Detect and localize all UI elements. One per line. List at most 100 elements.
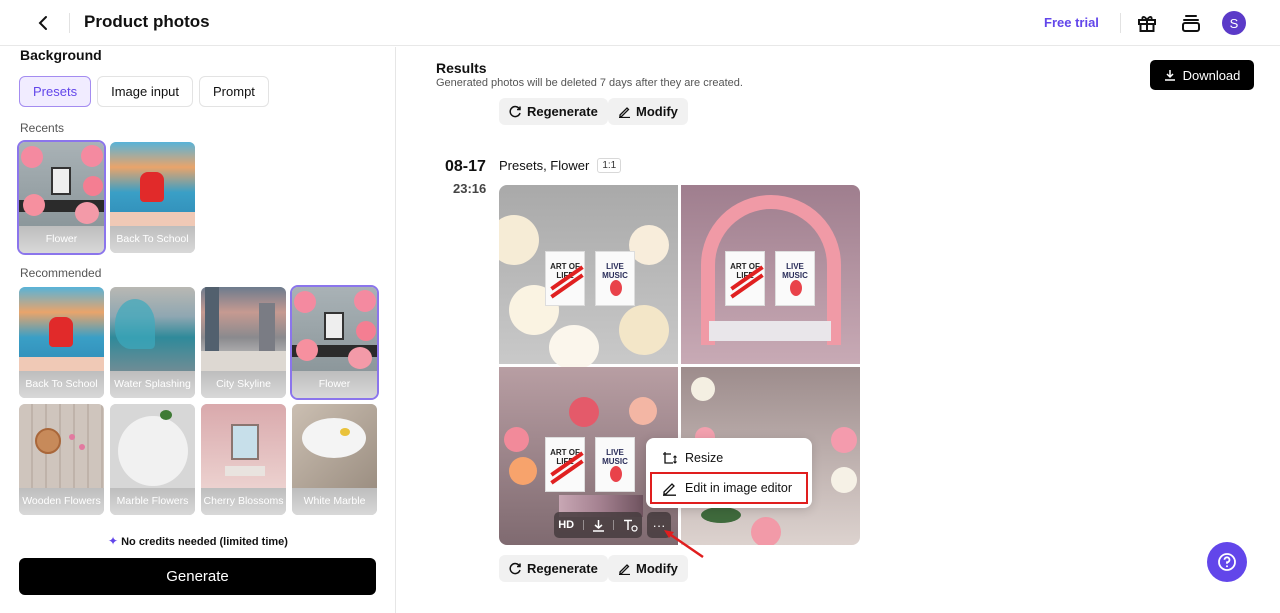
- preset-thumb-cherry-blossoms[interactable]: Cherry Blossoms: [201, 404, 286, 515]
- help-button[interactable]: [1207, 542, 1247, 582]
- generation-time: 23:16: [453, 181, 487, 196]
- download-label: Download: [1182, 67, 1241, 83]
- preset-label: Flower: [19, 226, 104, 253]
- projects-button[interactable]: [1180, 12, 1202, 34]
- menu-item-label: Resize: [685, 451, 724, 465]
- generate-button[interactable]: Generate: [19, 558, 376, 595]
- generation-date: 08-17: [445, 158, 486, 175]
- poster-live-music: LIVE MUSIC: [595, 251, 635, 306]
- download-button[interactable]: Download: [1150, 60, 1254, 90]
- more-options-button[interactable]: ···: [647, 512, 671, 538]
- sparkle-icon: ✦: [108, 534, 119, 548]
- modify-label: Modify: [636, 561, 678, 576]
- flower-preview: [292, 287, 377, 371]
- preset-thumb-flower[interactable]: Flower: [17, 140, 106, 255]
- city-skyline-preview: [201, 287, 286, 371]
- preset-label: Flower: [292, 371, 377, 398]
- water-splashing-preview: [110, 287, 195, 371]
- flower-preview: [19, 142, 104, 226]
- poster-text: LIVE MUSIC: [602, 262, 628, 280]
- preset-label: Back To School: [19, 371, 104, 398]
- preset-label: City Skyline: [201, 371, 286, 398]
- menu-item-label: Edit in image editor: [685, 481, 793, 495]
- back-to-school-preview: [19, 287, 104, 371]
- hd-button[interactable]: HD: [558, 519, 574, 531]
- preset-label: White Marble: [292, 488, 377, 515]
- preset-thumb-wooden-flowers[interactable]: Wooden Flowers: [19, 404, 104, 515]
- download-icon[interactable]: [592, 519, 605, 532]
- tab-prompt[interactable]: Prompt: [199, 76, 269, 107]
- credits-note-text: No credits needed (limited time): [121, 536, 288, 548]
- gift-icon: [1138, 16, 1156, 32]
- poster-art-of-life: ART OF LIFE: [545, 437, 585, 492]
- top-header: Product photos Free trial S: [0, 0, 1280, 46]
- download-icon: [1164, 70, 1175, 81]
- back-button[interactable]: [32, 11, 56, 35]
- image-context-menu: Resize Edit in image editor: [646, 438, 812, 508]
- header-divider: [1120, 13, 1121, 33]
- stack-icon: [1182, 15, 1200, 32]
- tab-image-input[interactable]: Image input: [97, 76, 194, 107]
- regenerate-label: Regenerate: [527, 104, 598, 119]
- header-divider: [69, 13, 70, 33]
- user-avatar[interactable]: S: [1222, 11, 1246, 35]
- preset-thumb-back-to-school[interactable]: Back To School: [110, 142, 195, 253]
- gift-button[interactable]: [1136, 12, 1158, 34]
- white-marble-preview: [292, 404, 377, 488]
- settings-panel: Background Presets Image input Prompt Re…: [0, 47, 396, 613]
- tab-presets[interactable]: Presets: [19, 76, 92, 107]
- recents-label: Recents: [20, 121, 65, 135]
- poster-live-music: LIVE MUSIC: [595, 437, 635, 492]
- poster-text: LIVE MUSIC: [782, 262, 808, 280]
- toolbar-divider: [582, 520, 584, 530]
- poster-art-of-life: ART OF LIFE: [725, 251, 765, 306]
- preset-thumb-city-skyline[interactable]: City Skyline: [201, 287, 286, 398]
- preset-label: Wooden Flowers: [19, 488, 104, 515]
- more-icon: ···: [652, 517, 666, 533]
- results-title: Results: [436, 60, 487, 76]
- aspect-ratio-badge: 1:1: [597, 158, 622, 173]
- preset-label: Water Splashing: [110, 371, 195, 398]
- result-image-2[interactable]: ART OF LIFE LIVE MUSIC: [681, 185, 860, 364]
- resize-icon: [663, 451, 677, 464]
- page-title: Product photos: [84, 12, 210, 31]
- preset-label: Marble Flowers: [110, 488, 195, 515]
- pencil-icon: [619, 107, 630, 118]
- regenerate-button[interactable]: Regenerate: [499, 98, 608, 125]
- free-trial-link[interactable]: Free trial: [1044, 15, 1099, 30]
- credits-note: ✦ No credits needed (limited time): [0, 534, 396, 548]
- preset-thumb-flower[interactable]: Flower: [290, 285, 379, 400]
- results-subtitle: Generated photos will be deleted 7 days …: [436, 77, 743, 89]
- preset-label: Cherry Blossoms: [201, 488, 286, 515]
- recommended-label: Recommended: [20, 266, 102, 280]
- generation-settings: Presets, Flower: [499, 158, 590, 173]
- chevron-left-icon: [38, 16, 47, 30]
- preset-thumb-water-splashing[interactable]: Water Splashing: [110, 287, 195, 398]
- refresh-icon: [509, 562, 521, 575]
- add-text-icon[interactable]: [623, 519, 638, 532]
- modify-label: Modify: [636, 104, 678, 119]
- poster-art-of-life: ART OF LIFE: [545, 251, 585, 306]
- poster-text: LIVE MUSIC: [602, 448, 628, 466]
- generation-meta: Presets, Flower 1:1: [499, 158, 622, 173]
- menu-item-resize[interactable]: Resize: [652, 444, 806, 472]
- preset-thumb-white-marble[interactable]: White Marble: [292, 404, 377, 515]
- preset-thumb-marble-flowers[interactable]: Marble Flowers: [110, 404, 195, 515]
- poster-live-music: LIVE MUSIC: [775, 251, 815, 306]
- modify-button[interactable]: Modify: [608, 555, 688, 582]
- pencil-icon: [663, 482, 676, 496]
- regenerate-button[interactable]: Regenerate: [499, 555, 608, 582]
- preset-label: Back To School: [110, 226, 195, 253]
- modify-button[interactable]: Modify: [608, 98, 688, 125]
- pencil-icon: [619, 564, 630, 575]
- cherry-blossoms-preview: [201, 404, 286, 488]
- toolbar-divider: [613, 520, 615, 530]
- result-image-1[interactable]: ART OF LIFE LIVE MUSIC: [499, 185, 678, 370]
- preset-thumb-back-to-school[interactable]: Back To School: [19, 287, 104, 398]
- menu-item-edit-in-image-editor[interactable]: Edit in image editor: [650, 472, 808, 504]
- wooden-flowers-preview: [19, 404, 104, 488]
- marble-flowers-preview: [110, 404, 195, 488]
- question-circle-icon: [1218, 553, 1236, 571]
- background-section-title: Background: [20, 47, 102, 63]
- refresh-icon: [509, 105, 521, 118]
